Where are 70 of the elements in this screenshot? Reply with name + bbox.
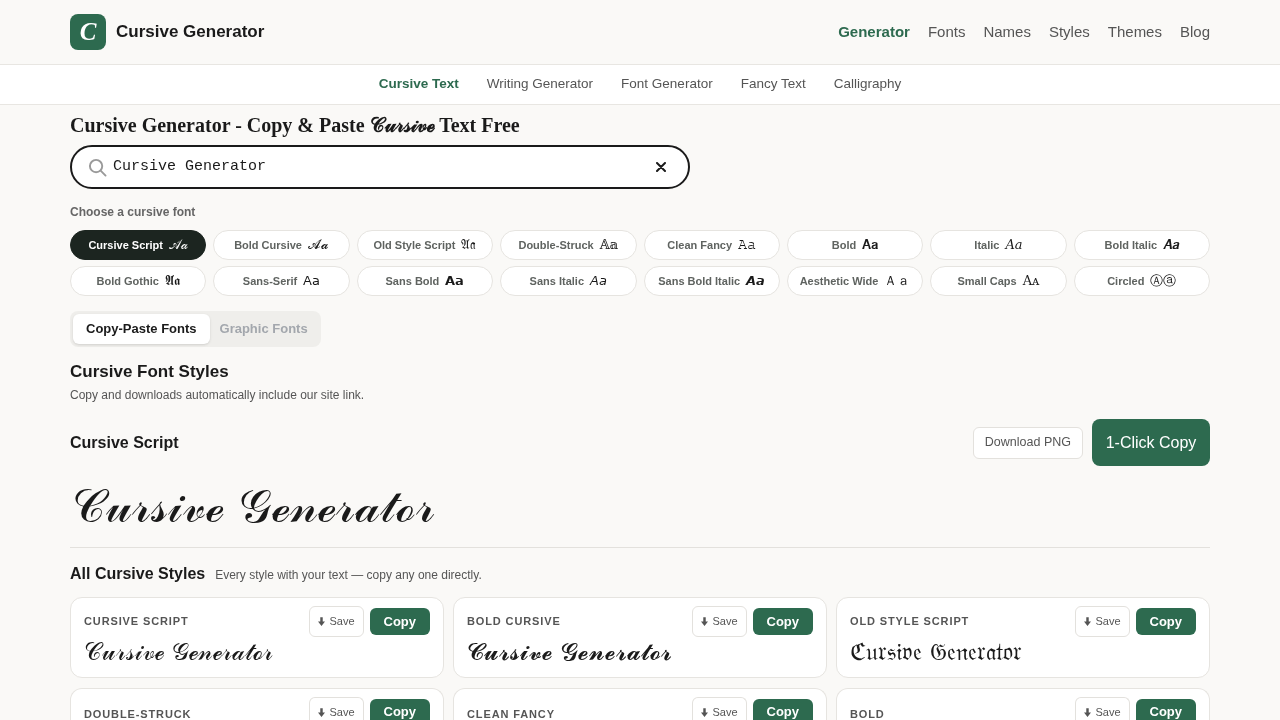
arrow-down-icon [318, 708, 326, 717]
nav-link[interactable]: Names [983, 20, 1031, 44]
style-preview: 𝒞𝓊𝓇𝓈𝒾𝓋ℯ 𝒢ℯ𝓃ℯ𝓇𝒶𝓉ℴ𝓇 [84, 638, 274, 666]
search-icon [88, 157, 107, 177]
site-name[interactable]: Cursive Generator [116, 19, 265, 45]
sub-nav-link[interactable]: Cursive Text [378, 74, 459, 95]
nav-link[interactable]: Styles [1048, 20, 1090, 44]
style-label: DOUBLE-STRUCK [84, 707, 192, 720]
copy-button[interactable]: Copy [752, 608, 813, 635]
arrow-down-icon [1084, 617, 1092, 626]
font-chip[interactable]: Bold Italic 𝑨𝒂 [1073, 230, 1210, 260]
style-label: CURSIVE SCRIPT [84, 614, 189, 630]
search-field[interactable]: Cursive Generator [70, 145, 690, 189]
style-preview: ℭ𝔲𝔯𝔰𝔦𝔳𝔢 𝔊𝔢𝔫𝔢𝔯𝔞𝔱𝔬𝔯 [850, 638, 1023, 666]
arrow-down-icon [1084, 708, 1092, 717]
save-button[interactable]: Save [309, 697, 364, 720]
font-chip[interactable]: Old Style Script 𝔄𝔞 [356, 230, 494, 260]
section-heading: All Cursive Styles [70, 564, 206, 584]
save-button[interactable]: Save [1075, 606, 1130, 637]
style-preview: 𝓒𝓾𝓻𝓼𝓲𝓿𝓮 𝓖𝓮𝓷𝓮𝓻𝓪𝓽𝓸𝓻 [467, 638, 673, 666]
sub-nav-link[interactable]: Fancy Text [740, 74, 806, 95]
download-button[interactable]: Download PNG [972, 426, 1083, 459]
section-note: Every style with your text — copy any one directly. [215, 567, 482, 584]
preview-text: 𝒞𝓊𝓇𝓈𝒾𝓋ℯ 𝒢ℯ𝓃ℯ𝓇𝒶𝓉ℴ𝓇 [71, 479, 436, 533]
style-name: Cursive Script [70, 432, 179, 453]
sub-nav-link[interactable]: Writing Generator [486, 74, 594, 95]
font-chip[interactable]: Sans-Serif 𝖠𝖺 [213, 266, 350, 296]
font-chip[interactable]: Circled Ⓐⓐ [1073, 266, 1210, 296]
nav-link[interactable]: Blog [1179, 20, 1210, 44]
tab[interactable]: Copy-Paste Fonts [73, 314, 210, 344]
font-chip[interactable]: Bold 𝐀𝐚 [786, 230, 924, 260]
font-chip[interactable]: Small Caps Aᴀ [930, 266, 1067, 296]
font-chip[interactable]: Sans Bold 𝗔𝗮 [356, 266, 494, 296]
section-note: Copy and downloads automatically include our site link. [70, 387, 366, 403]
arrow-down-icon [701, 708, 709, 717]
save-button[interactable]: Save [1075, 697, 1130, 720]
nav-link[interactable]: Fonts [927, 20, 966, 44]
font-chip[interactable]: Cursive Script 𝒜𝒶 [70, 230, 207, 260]
copy-button[interactable]: Copy [369, 699, 430, 720]
font-chip[interactable]: Italic 𝐴𝑎 [930, 230, 1067, 260]
style-label: BOLD [850, 707, 885, 720]
font-chip[interactable]: Bold Gothic 𝕬𝖆 [70, 266, 207, 296]
font-chip[interactable]: Sans Italic 𝘈𝘢 [500, 266, 637, 296]
save-button[interactable]: Save [692, 606, 747, 637]
copy-button[interactable]: Copy [1135, 608, 1196, 635]
copy-button[interactable]: Copy [1135, 699, 1196, 720]
font-chip[interactable]: Bold Cursive 𝓐𝓪 [213, 230, 350, 260]
logo[interactable]: C [70, 14, 106, 50]
section-heading: Cursive Font Styles [70, 361, 230, 383]
nav-link[interactable]: Generator [838, 20, 910, 44]
nav-link[interactable]: Themes [1107, 20, 1162, 44]
font-chip[interactable]: Sans Bold Italic 𝘼𝙖 [643, 266, 780, 296]
style-label: CLEAN FANCY [467, 707, 555, 720]
font-chip[interactable]: Aesthetic Wide Ａａ [786, 266, 924, 296]
sub-nav-link[interactable]: Font Generator [621, 74, 713, 95]
font-chip[interactable]: Clean Fancy 𝙰𝚊 [643, 230, 780, 260]
save-button[interactable]: Save [692, 697, 747, 720]
save-button[interactable]: Save [309, 606, 364, 637]
arrow-down-icon [318, 617, 326, 626]
sub-nav-link[interactable]: Calligraphy [833, 74, 902, 95]
section-label: Choose a cursive font [70, 204, 197, 220]
copy-button[interactable]: 1-Click Copy [1092, 419, 1210, 466]
style-label: OLD STYLE SCRIPT [850, 614, 970, 630]
close-icon[interactable] [656, 162, 666, 172]
copy-button[interactable]: Copy [369, 608, 430, 635]
style-label: BOLD CURSIVE [467, 614, 561, 630]
page-title: Cursive Generator - Copy & Paste 𝒞𝓊𝓇𝓈𝒾𝓋ℯ Text Free [70, 113, 521, 139]
font-chip[interactable]: Double-Struck 𝔸𝕒 [500, 230, 637, 260]
arrow-down-icon [701, 617, 709, 626]
copy-button[interactable]: Copy [752, 699, 813, 720]
